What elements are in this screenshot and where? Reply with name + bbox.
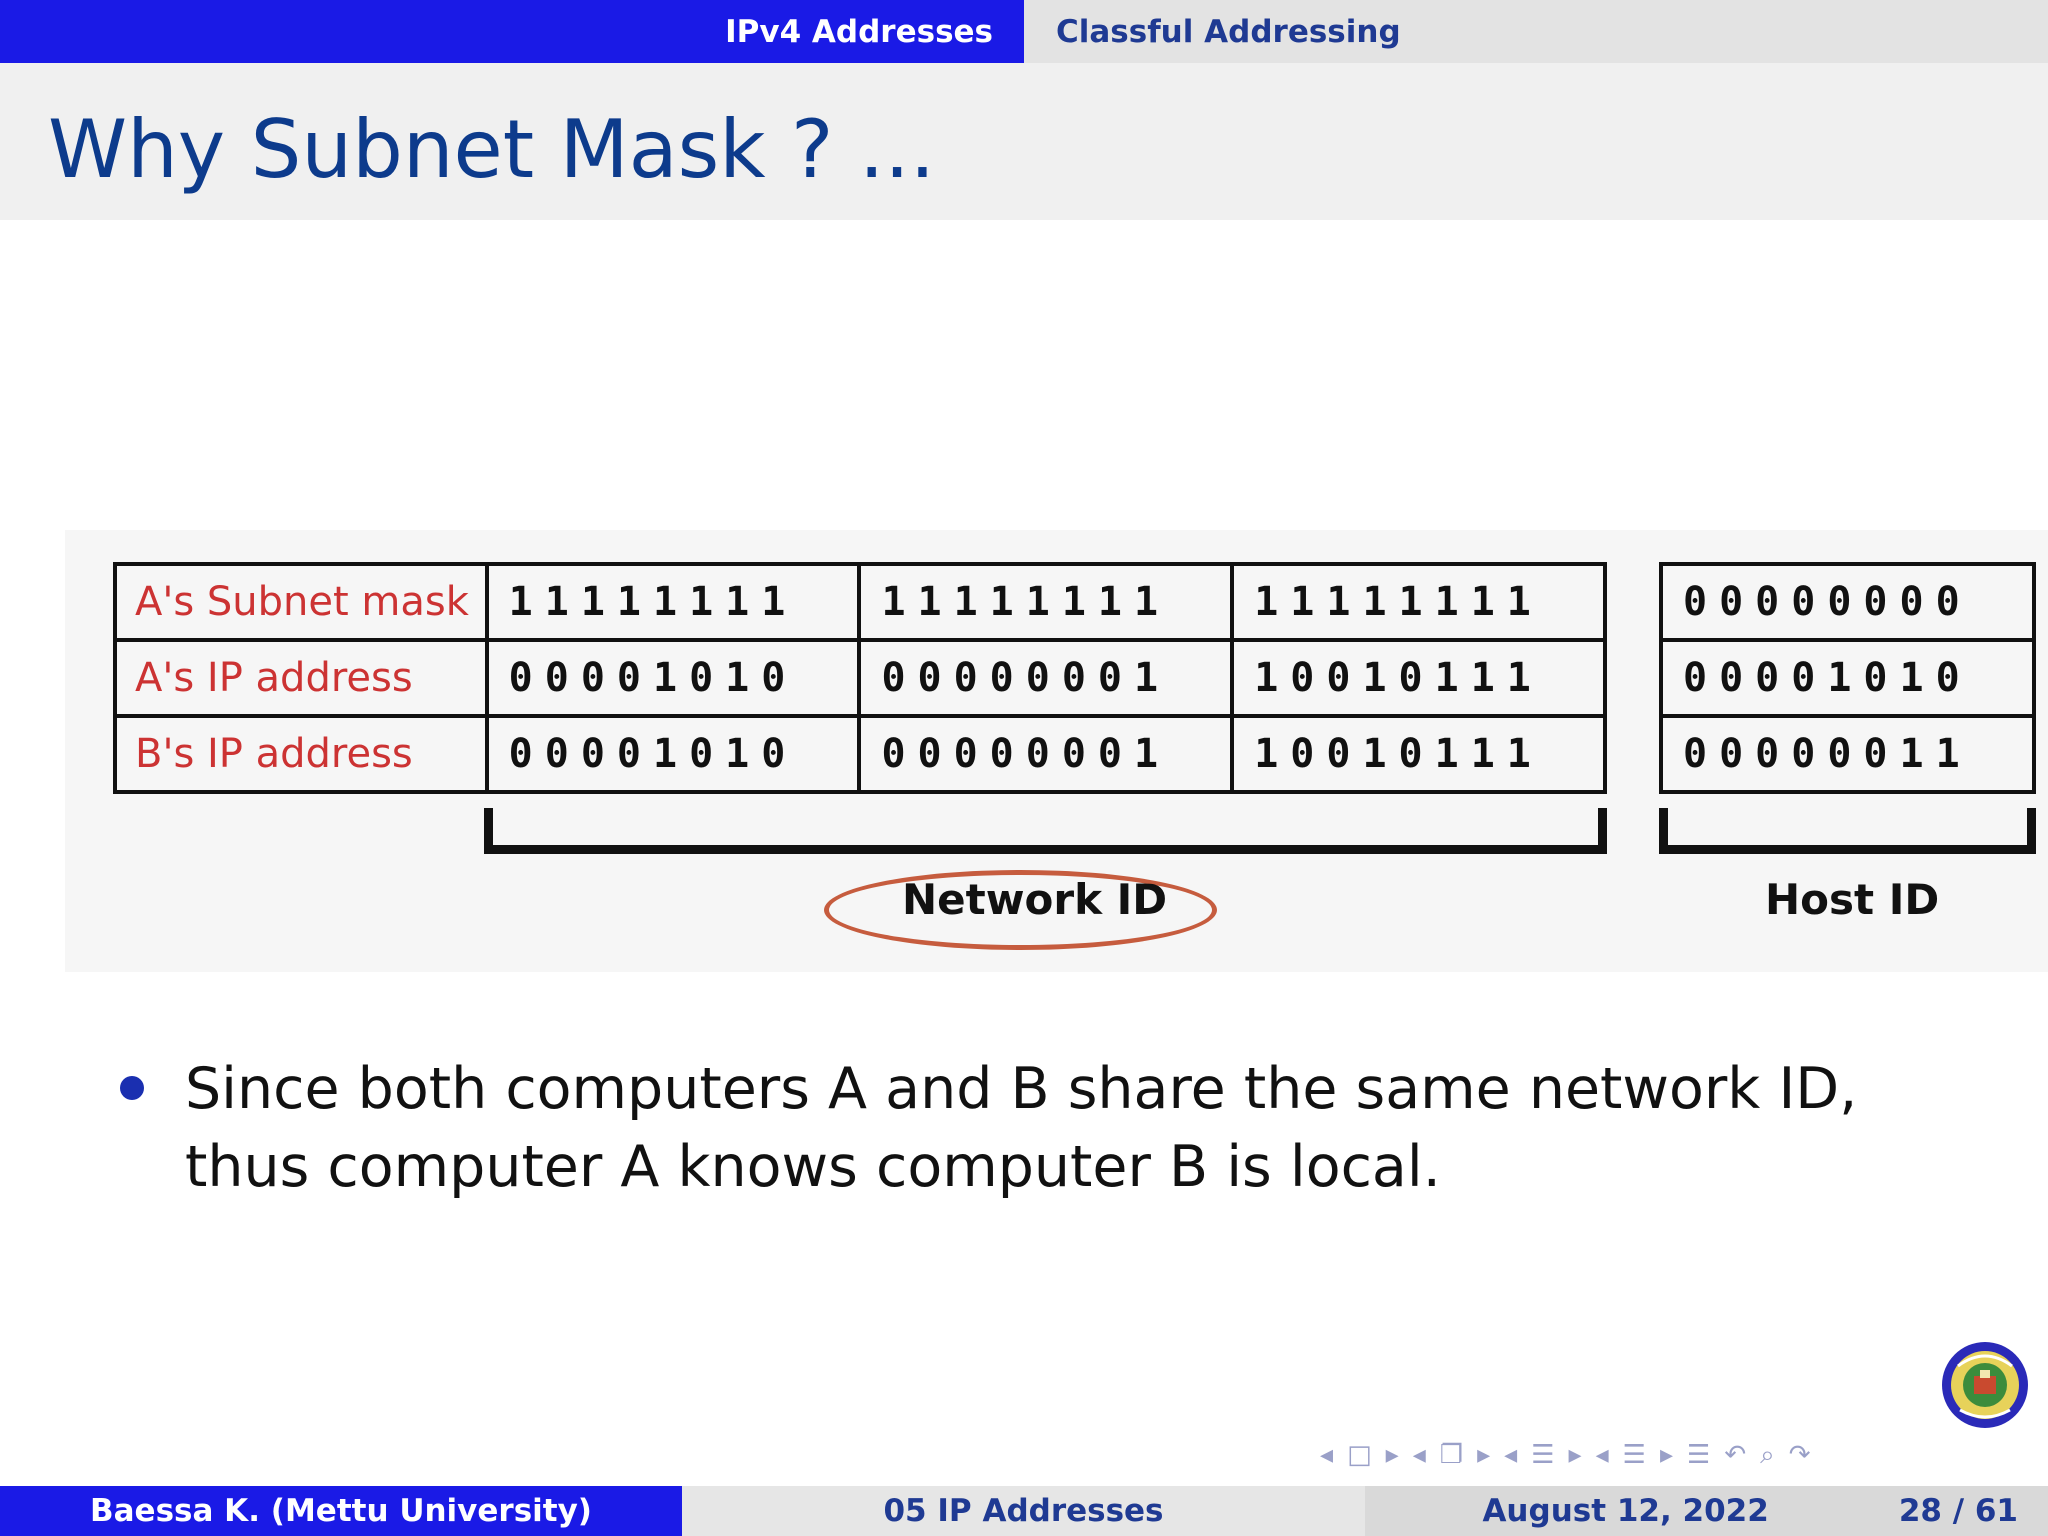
nav-next-subsection-icon[interactable]: ▸ xyxy=(1477,1440,1490,1470)
host-bits-table: 00000000 00001010 00000011 xyxy=(1659,562,2036,794)
table-row: 00000000 xyxy=(1659,562,2036,642)
octet-cell: 11111111 xyxy=(857,562,1235,642)
nav-section-ipv4-addresses[interactable]: IPv4 Addresses xyxy=(725,14,993,50)
footer-lecture-title: 05 IP Addresses xyxy=(682,1486,1365,1536)
beamer-navigation-symbols: ◂ □ ▸ ◂ ❐ ▸ ◂ ☰ ▸ ◂ ☰ ▸ ☰ ↶ ⌕ ↷ xyxy=(1320,1437,1810,1473)
table-row: A's IP address 00001010 00000001 1001011… xyxy=(113,638,1607,718)
nav-next-document-icon[interactable]: ▸ xyxy=(1660,1440,1673,1470)
octet-cell: 00000000 xyxy=(1659,562,2036,642)
nav-back-icon[interactable]: ↶ xyxy=(1724,1440,1746,1470)
table-row: 00000011 xyxy=(1659,714,2036,794)
nav-prev-document-icon[interactable]: ◂ xyxy=(1596,1440,1609,1470)
footer-author: Baessa K. (Mettu University) xyxy=(0,1486,682,1536)
octet-cell: 10010111 xyxy=(1230,638,1607,718)
nav-frame-icon[interactable]: □ xyxy=(1347,1440,1372,1470)
bullet-dot-icon xyxy=(120,1076,144,1100)
row-label: A's Subnet mask xyxy=(113,562,489,642)
octet-cell: 00001010 xyxy=(484,714,862,794)
nav-prev-section-icon[interactable]: ◂ xyxy=(1504,1440,1517,1470)
section-nav-right: Classful Addressing xyxy=(1024,0,2048,63)
octet-cell: 00001010 xyxy=(1659,638,2036,718)
page-number: 28 / 61 xyxy=(1898,1493,2018,1529)
section-navigation-bar: IPv4 Addresses Classful Addressing xyxy=(0,0,2048,63)
nav-appendix-icon[interactable]: ☰ xyxy=(1687,1440,1710,1470)
footer-bar: Baessa K. (Mettu University) 05 IP Addre… xyxy=(0,1486,2048,1536)
nav-prev-subsection-icon[interactable]: ◂ xyxy=(1413,1440,1426,1470)
frame-title: Why Subnet Mask ? ... xyxy=(48,103,936,196)
nav-search-icon[interactable]: ⌕ xyxy=(1760,1440,1775,1471)
network-id-bracket xyxy=(484,808,1607,854)
network-bits-table: A's Subnet mask 11111111 11111111 111111… xyxy=(113,562,1607,794)
octet-cell: 00001010 xyxy=(484,638,862,718)
host-id-label: Host ID xyxy=(1765,875,1940,924)
octet-cell: 11111111 xyxy=(1230,562,1607,642)
nav-subsection-classful-addressing[interactable]: Classful Addressing xyxy=(1056,14,1401,50)
nav-forward-icon[interactable]: ↷ xyxy=(1789,1440,1811,1470)
host-id-bracket xyxy=(1659,808,2036,854)
table-row: 00001010 xyxy=(1659,638,2036,718)
octet-cell: 00000001 xyxy=(857,714,1235,794)
octet-cell: 10010111 xyxy=(1230,714,1607,794)
row-label: A's IP address xyxy=(113,638,489,718)
section-nav-left: IPv4 Addresses xyxy=(0,0,1024,63)
nav-document-icon[interactable]: ☰ xyxy=(1623,1440,1646,1470)
bullet-item: Since both computers A and B share the s… xyxy=(185,1056,1858,1200)
network-id-label: Network ID xyxy=(902,875,1168,924)
nav-prev-frame-icon[interactable]: ◂ xyxy=(1320,1440,1333,1470)
mettu-university-seal-icon xyxy=(1942,1342,2028,1428)
octet-cell: 11111111 xyxy=(484,562,862,642)
octet-cell: 00000001 xyxy=(857,638,1235,718)
table-row: B's IP address 00001010 00000001 1001011… xyxy=(113,714,1607,794)
table-row: A's Subnet mask 11111111 11111111 111111… xyxy=(113,562,1607,642)
nav-subsection-icon[interactable]: ❐ xyxy=(1440,1440,1463,1470)
nav-next-frame-icon[interactable]: ▸ xyxy=(1386,1440,1399,1470)
subnet-mask-figure: A's Subnet mask 11111111 11111111 111111… xyxy=(65,530,2048,972)
nav-next-section-icon[interactable]: ▸ xyxy=(1569,1440,1582,1470)
row-label: B's IP address xyxy=(113,714,489,794)
nav-section-icon[interactable]: ☰ xyxy=(1531,1440,1554,1470)
footer-date: August 12, 2022 xyxy=(1482,1493,1769,1529)
footer-date-page: August 12, 2022 28 / 61 xyxy=(1365,1486,2048,1536)
octet-cell: 00000011 xyxy=(1659,714,2036,794)
frame-title-bar: Why Subnet Mask ? ... xyxy=(0,63,2048,220)
